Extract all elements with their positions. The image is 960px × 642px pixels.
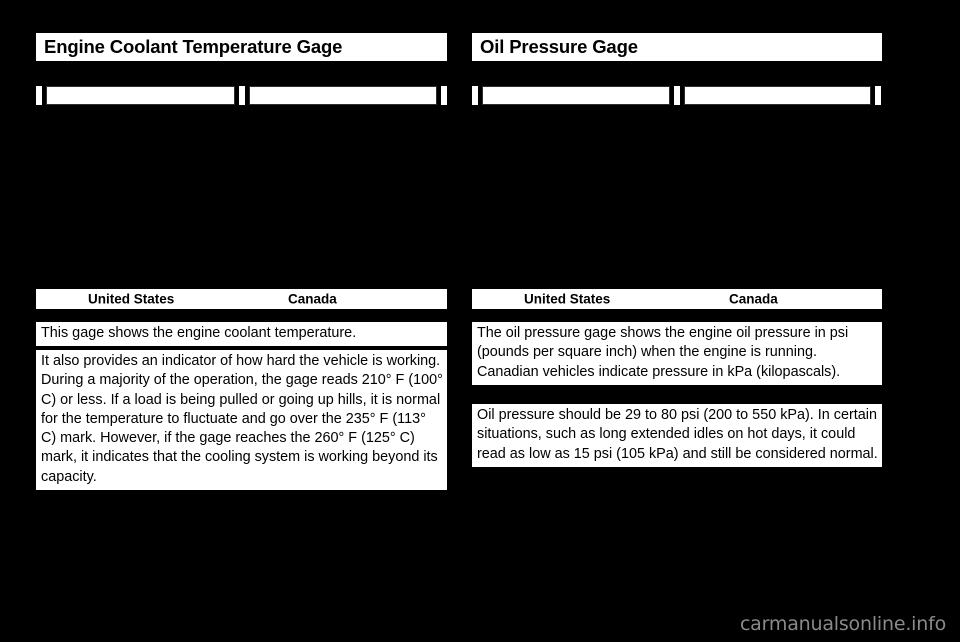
- caption-canada: Canada: [288, 291, 337, 307]
- coolant-paragraph-2: It also provides an indicator of how har…: [36, 350, 447, 491]
- section-title-oil-pressure-gage: Oil Pressure Gage: [472, 33, 882, 61]
- site-watermark: carmanualsonline.info: [739, 613, 946, 635]
- oil-pressure-paragraph-2: Oil pressure should be 29 to 80 psi (200…: [472, 404, 882, 467]
- coolant-paragraph-1: This gage shows the engine coolant tempe…: [36, 322, 447, 347]
- manual-page: Engine Coolant Temperature Gage United S…: [0, 0, 960, 642]
- region-caption-row-oil-pressure: United States Canada: [472, 289, 882, 309]
- caption-united-states: United States: [88, 291, 175, 307]
- engine-coolant-temperature-gage-illustration: [36, 86, 447, 105]
- gage-panel-canada: [683, 86, 871, 105]
- coolant-paragraph-2-text: It also provides an indicator of how har…: [41, 353, 443, 485]
- oil-pressure-paragraph-1: The oil pressure gage shows the engine o…: [472, 322, 882, 385]
- oil-pressure-gage-illustration: [472, 86, 881, 105]
- gage-edge-marker-right: [875, 86, 881, 105]
- oil-pressure-paragraph-1-text: The oil pressure gage shows the engine o…: [477, 325, 849, 380]
- section-title-text: Oil Pressure Gage: [480, 36, 638, 57]
- gage-panel-united-states: [482, 86, 670, 105]
- gage-panel-canada: [248, 86, 437, 105]
- coolant-paragraph-1-text: This gage shows the engine coolant tempe…: [41, 325, 357, 341]
- oil-pressure-paragraph-2-text: Oil pressure should be 29 to 80 psi (200…: [477, 407, 878, 462]
- section-title-text: Engine Coolant Temperature Gage: [44, 36, 343, 57]
- region-caption-row-coolant: United States Canada: [36, 289, 447, 309]
- gage-edge-marker-right: [441, 86, 447, 105]
- gage-panel-united-states: [46, 86, 235, 105]
- caption-canada: Canada: [729, 291, 778, 307]
- section-title-coolant-gage: Engine Coolant Temperature Gage: [36, 33, 447, 61]
- caption-united-states: United States: [524, 291, 611, 307]
